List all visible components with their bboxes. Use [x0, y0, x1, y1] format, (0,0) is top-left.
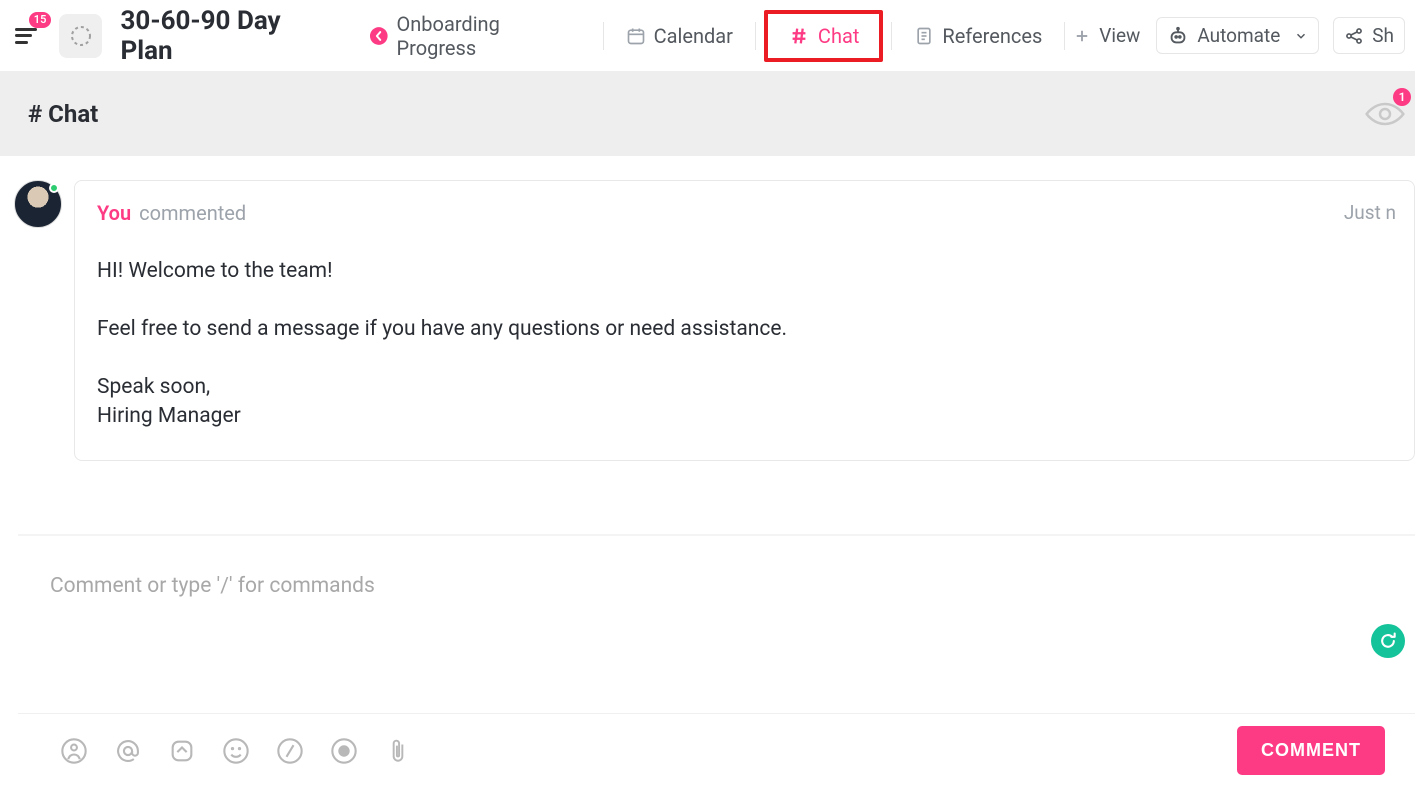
divider: [755, 22, 756, 50]
at-mention-icon[interactable]: [112, 735, 144, 767]
message-header: You commented: [97, 201, 1392, 225]
subheader: # Chat 1: [0, 72, 1415, 156]
share-label: Sh: [1372, 24, 1394, 47]
tab-label: References: [942, 24, 1042, 48]
tab-label: Chat: [818, 24, 859, 48]
message-action: commented: [139, 201, 246, 225]
chat-area: You commented Just n HI! Welcome to the …: [0, 156, 1415, 485]
mention-person-icon[interactable]: [58, 735, 90, 767]
tab-onboarding-progress[interactable]: Onboarding Progress: [355, 6, 595, 66]
submit-comment-button[interactable]: COMMENT: [1237, 726, 1385, 775]
message-body: HI! Welcome to the team! Feel free to se…: [97, 257, 1392, 432]
document-icon[interactable]: [59, 14, 102, 58]
tab-calendar[interactable]: Calendar: [612, 18, 747, 54]
attachment-icon[interactable]: [382, 735, 414, 767]
watchers-button[interactable]: 1: [1365, 100, 1405, 128]
tab-label: Calendar: [654, 24, 733, 48]
comment-input[interactable]: [18, 544, 1415, 709]
composer-toolbar: COMMENT: [18, 713, 1415, 787]
divider: [1064, 22, 1065, 50]
chevron-down-icon: [1294, 29, 1308, 43]
message-text: Speak soon,: [97, 375, 210, 399]
automate-label: Automate: [1197, 24, 1280, 47]
automate-button[interactable]: Automate: [1156, 17, 1319, 54]
comment-composer: COMMENT: [18, 534, 1415, 787]
assign-icon[interactable]: [166, 735, 198, 767]
message-line: Feel free to send a message if you have …: [97, 315, 1392, 345]
plus-icon: [1073, 27, 1091, 45]
share-icon: [1344, 26, 1364, 46]
divider: [603, 22, 604, 50]
message-text: Hiring Manager: [97, 404, 241, 428]
tab-chat[interactable]: Chat: [764, 10, 883, 62]
slash-command-icon[interactable]: [274, 735, 306, 767]
calendar-icon: [626, 26, 646, 46]
subheader-title: # Chat: [28, 100, 98, 128]
emoji-icon[interactable]: [220, 735, 252, 767]
add-view-button[interactable]: View: [1073, 24, 1140, 47]
top-toolbar: 15 30-60-90 Day Plan Onboarding Progress…: [0, 0, 1415, 72]
message-timestamp: Just n: [1344, 201, 1396, 224]
divider: [891, 22, 892, 50]
document-icon: [914, 25, 934, 47]
user-avatar[interactable]: [14, 180, 62, 228]
message-card: You commented Just n HI! Welcome to the …: [74, 180, 1415, 461]
record-icon[interactable]: [328, 735, 360, 767]
hamburger-icon: [15, 28, 37, 44]
grammarly-icon[interactable]: [1371, 624, 1405, 658]
page-title: 30-60-90 Day Plan: [120, 6, 334, 66]
presence-indicator-icon: [49, 183, 59, 193]
robot-icon: [1167, 25, 1189, 47]
share-button[interactable]: Sh: [1333, 17, 1405, 54]
watchers-count-badge: 1: [1393, 88, 1411, 106]
view-label: View: [1099, 24, 1140, 47]
message-line: Speak soon, Hiring Manager: [97, 373, 1392, 433]
menu-button[interactable]: 15: [10, 20, 41, 52]
message-author: You: [97, 201, 131, 225]
tab-references[interactable]: References: [900, 18, 1056, 54]
menu-notification-badge: 15: [29, 12, 52, 28]
message-line: HI! Welcome to the team!: [97, 257, 1392, 287]
chevron-left-circle-icon: [369, 26, 389, 46]
hash-icon: [788, 25, 810, 47]
tab-label: Onboarding Progress: [397, 12, 581, 60]
